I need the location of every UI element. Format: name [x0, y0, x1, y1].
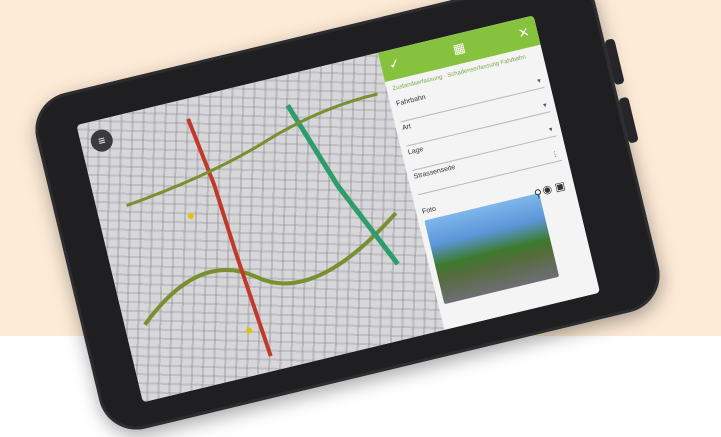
close-icon[interactable]: ✕ — [517, 24, 531, 42]
grid-icon[interactable]: ▦ — [451, 39, 467, 57]
chevron-down-icon: ▾ — [548, 126, 554, 134]
camera-icon[interactable]: ◉ — [541, 183, 553, 197]
more-icon: ⋮ — [550, 150, 560, 159]
gallery-icon[interactable]: ▣ — [554, 180, 567, 194]
map-view[interactable]: ≡ — [76, 52, 445, 403]
map-marker — [187, 212, 194, 219]
chevron-down-icon: ▾ — [542, 101, 548, 110]
road-red — [186, 118, 273, 357]
road-network — [126, 92, 400, 357]
road-olive — [143, 211, 398, 326]
chevron-down-icon: ▾ — [536, 77, 542, 86]
road-teal — [285, 103, 400, 266]
map-marker — [246, 327, 253, 334]
road-green — [126, 92, 378, 208]
tablet-screen: ≡ ✓ ▦ ✕ Zustandserfassung · Schadenserfa… — [76, 15, 600, 403]
check-icon[interactable]: ✓ — [387, 55, 401, 73]
